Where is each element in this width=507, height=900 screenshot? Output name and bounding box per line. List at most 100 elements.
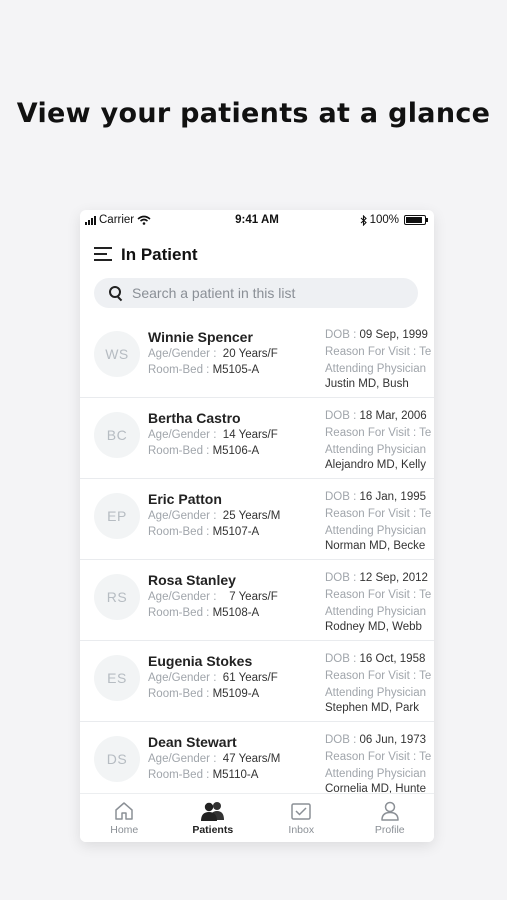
room-bed-value: M5106-A [212,445,260,457]
age-gender: Age/Gender : 25 Years/M [148,510,280,522]
room-bed: Room-Bed : M5105-A [148,364,259,376]
dob-value: 09 Sep, 1999 [359,329,428,341]
age-gender: Age/Gender : 20 Years/F [148,348,278,360]
patient-name: Dean Stewart [148,734,237,750]
reason-for-visit: Reason For Visit : Te [325,751,432,763]
dob-label: DOB : [325,653,357,665]
age-gender-value: 25 Years/M [222,510,281,522]
patient-name: Eric Patton [148,491,222,507]
room-bed-value: M5105-A [212,364,260,376]
avatar: BC [94,412,140,458]
age-gender: Age/Gender : 61 Years/F [148,672,278,684]
dob-value: 12 Sep, 2012 [359,572,428,584]
patient-row[interactable]: ES Eugenia Stokes Age/Gender : 61 Years/… [80,641,434,722]
dob-label: DOB : [325,329,357,341]
avatar: WS [94,331,140,377]
dob-label: DOB : [325,410,357,422]
room-bed-label: Room-Bed : [148,688,210,700]
patient-row[interactable]: BC Bertha Castro Age/Gender : 14 Years/F… [80,398,434,479]
attending-physician: Norman MD, Becke [325,540,426,552]
room-bed-label: Room-Bed : [148,526,210,538]
profile-icon [381,801,399,821]
search-bar[interactable] [94,278,418,308]
attending-physician: Justin MD, Bush [325,378,409,390]
room-bed-label: Room-Bed : [148,364,210,376]
age-gender: Age/Gender : 14 Years/F [148,429,278,441]
dob: DOB : 18 Mar, 2006 [325,410,427,422]
dob-value: 18 Mar, 2006 [359,410,427,422]
avatar: RS [94,574,140,620]
tab-inbox[interactable]: Inbox [257,794,346,842]
search-input[interactable] [130,284,414,302]
dob: DOB : 12 Sep, 2012 [325,572,428,584]
avatar: ES [94,655,140,701]
age-gender-label: Age/Gender : [148,672,217,684]
dob-value: 16 Oct, 1958 [359,653,426,665]
room-bed-label: Room-Bed : [148,445,210,457]
tab-profile[interactable]: Profile [346,794,435,842]
attending-physician-label: Attending Physician [325,687,427,699]
dob-value: 16 Jan, 1995 [359,491,427,503]
patient-name: Bertha Castro [148,410,241,426]
patient-name: Rosa Stanley [148,572,236,588]
phone-screen: Carrier 9:41 AM 100% In Patient WS Winni… [80,210,434,842]
age-gender-label: Age/Gender : [148,591,217,603]
attending-physician-label: Attending Physician [325,606,427,618]
room-bed: Room-Bed : M5107-A [148,526,259,538]
reason-for-visit: Reason For Visit : Te [325,670,432,682]
dob-label: DOB : [325,491,357,503]
tab-patients-label: Patients [192,824,234,836]
attending-physician-label: Attending Physician [325,363,427,375]
age-gender-value: 20 Years/F [222,348,278,360]
age-gender: Age/Gender : 47 Years/M [148,753,280,765]
battery-icon [404,215,428,225]
room-bed: Room-Bed : M5110-A [148,769,258,781]
patient-row[interactable]: RS Rosa Stanley Age/Gender : 7 Years/F R… [80,560,434,641]
room-bed: Room-Bed : M5106-A [148,445,259,457]
tab-inbox-label: Inbox [288,824,315,836]
inbox-icon [291,803,311,820]
patient-row[interactable]: EP Eric Patton Age/Gender : 25 Years/M R… [80,479,434,560]
battery-percent: 100% [369,214,399,226]
age-gender-label: Age/Gender : [148,348,217,360]
room-bed-label: Room-Bed : [148,769,210,781]
reason-for-visit: Reason For Visit : Te [325,508,432,520]
reason-for-visit: Reason For Visit : Te [325,589,432,601]
attending-physician: Cornelia MD, Hunte [325,783,426,793]
tab-bar: Home Patients Inbox Profile [80,793,434,842]
attending-physician-label: Attending Physician [325,768,427,780]
attending-physician: Rodney MD, Webb [325,621,422,633]
tab-home-label: Home [110,824,139,836]
tab-patients[interactable]: Patients [169,794,258,842]
patient-row[interactable]: WS Winnie Spencer Age/Gender : 20 Years/… [80,317,434,398]
avatar: DS [94,736,140,782]
patient-row[interactable]: DS Dean Stewart Age/Gender : 47 Years/M … [80,722,434,793]
age-gender-value: 61 Years/F [222,672,278,684]
age-gender-label: Age/Gender : [148,429,217,441]
avatar: EP [94,493,140,539]
attending-physician: Alejandro MD, Kelly [325,459,426,471]
dob-label: DOB : [325,734,357,746]
dob: DOB : 16 Jan, 1995 [325,491,426,503]
home-icon [115,802,133,820]
room-bed-label: Room-Bed : [148,607,210,619]
room-bed: Room-Bed : M5108-A [148,607,259,619]
attending-physician-label: Attending Physician [325,525,427,537]
tab-home[interactable]: Home [80,794,169,842]
hamburger-menu-icon[interactable] [94,246,112,263]
status-bar: Carrier 9:41 AM 100% [80,210,434,232]
patient-list: WS Winnie Spencer Age/Gender : 20 Years/… [80,317,434,793]
attending-physician-label: Attending Physician [325,444,427,456]
patient-name: Eugenia Stokes [148,653,253,669]
headline: View your patients at a glance [16,98,491,129]
dob: DOB : 06 Jun, 1973 [325,734,426,746]
patients-icon [200,802,224,821]
room-bed-value: M5108-A [212,607,260,619]
dob-value: 06 Jun, 1973 [359,734,427,746]
page-title: In Patient [121,245,198,264]
tab-profile-label: Profile [374,824,405,836]
dob: DOB : 09 Sep, 1999 [325,329,428,341]
age-gender: Age/Gender : 7 Years/F [148,591,278,603]
age-gender-value: 14 Years/F [222,429,278,441]
search-icon [109,286,123,300]
